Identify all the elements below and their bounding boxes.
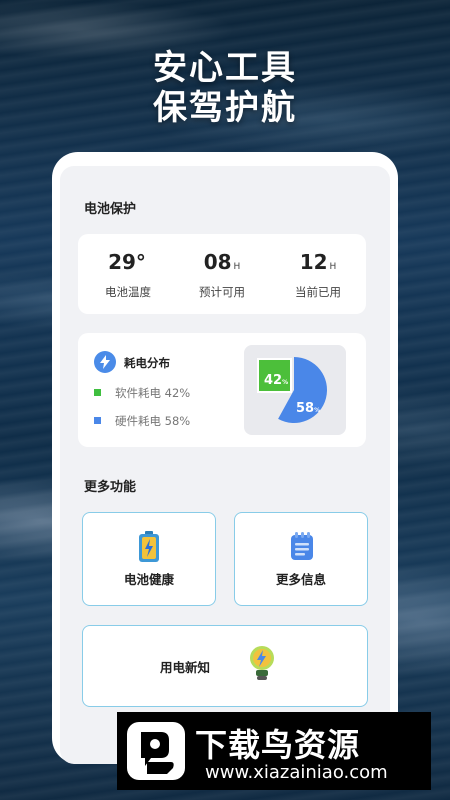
battery-health-label: 电池健康 [123, 572, 174, 587]
more-section-title: 更多功能 [84, 480, 137, 495]
power-knowledge-label: 用电新知 [159, 660, 210, 675]
stat-value: 12 [299, 250, 328, 274]
more-info-button[interactable]: 更多信息 [234, 512, 368, 606]
notepad-icon [289, 531, 315, 565]
hero-title-line2: 保驾护航 [153, 88, 297, 128]
lightbulb-icon [247, 644, 277, 686]
more-info-label: 更多信息 [275, 572, 326, 587]
legend-swatch-green [94, 389, 101, 396]
battery-section-title: 电池保护 [84, 202, 137, 217]
watermark-url: www.xiazainiao.com [205, 762, 388, 783]
pie-label-hardware: 58 [296, 401, 314, 416]
battery-health-icon [138, 531, 160, 567]
stat-estimated-available: 08 H 预计可用 [172, 234, 272, 300]
lightning-bolt-icon [94, 351, 116, 373]
pie-unit-hardware: % [314, 407, 320, 414]
app-screen: 电池保护 29° 电池温度 08 H 预计可用 12 H 当前已用 耗电分布 软件耗… [60, 166, 390, 764]
power-pie-chart: 42% 58% [257, 357, 327, 423]
stat-currently-used: 12 H 当前已用 [268, 234, 368, 300]
stat-unit: H [329, 262, 337, 272]
pie-chart-container: 42% 58% [244, 345, 346, 435]
stat-label: 电池温度 [105, 285, 151, 299]
stat-label: 当前已用 [295, 285, 341, 299]
stat-battery-temperature: 29° 电池温度 [78, 234, 178, 300]
stat-label: 预计可用 [199, 285, 245, 299]
phone-frame: 电池保护 29° 电池温度 08 H 预计可用 12 H 当前已用 耗电分布 软件耗… [52, 152, 398, 764]
power-distribution-card: 耗电分布 软件耗电 42% 硬件耗电 58% 42% 58% [78, 333, 366, 447]
legend-label: 硬件耗电 58% [115, 414, 191, 428]
legend-hardware: 硬件耗电 58% [94, 413, 190, 429]
legend-swatch-blue [94, 417, 101, 424]
watermark-banner: 下载鸟资源 www.xiazainiao.com [117, 712, 431, 790]
battery-stats-card: 29° 电池温度 08 H 预计可用 12 H 当前已用 [78, 234, 366, 314]
stat-value: 08 [203, 250, 232, 274]
pie-label-software: 42 [264, 373, 282, 388]
watermark-logo [127, 722, 185, 780]
battery-health-button[interactable]: 电池健康 [82, 512, 216, 606]
stat-unit: H [233, 262, 241, 272]
pie-unit-software: % [282, 379, 288, 386]
watermark-title: 下载鸟资源 [195, 726, 361, 764]
distribution-title: 耗电分布 [124, 356, 170, 370]
legend-software: 软件耗电 42% [94, 385, 190, 401]
stat-value: 29° [108, 250, 146, 274]
legend-label: 软件耗电 42% [115, 386, 191, 400]
power-knowledge-button[interactable]: 用电新知 [82, 625, 368, 707]
